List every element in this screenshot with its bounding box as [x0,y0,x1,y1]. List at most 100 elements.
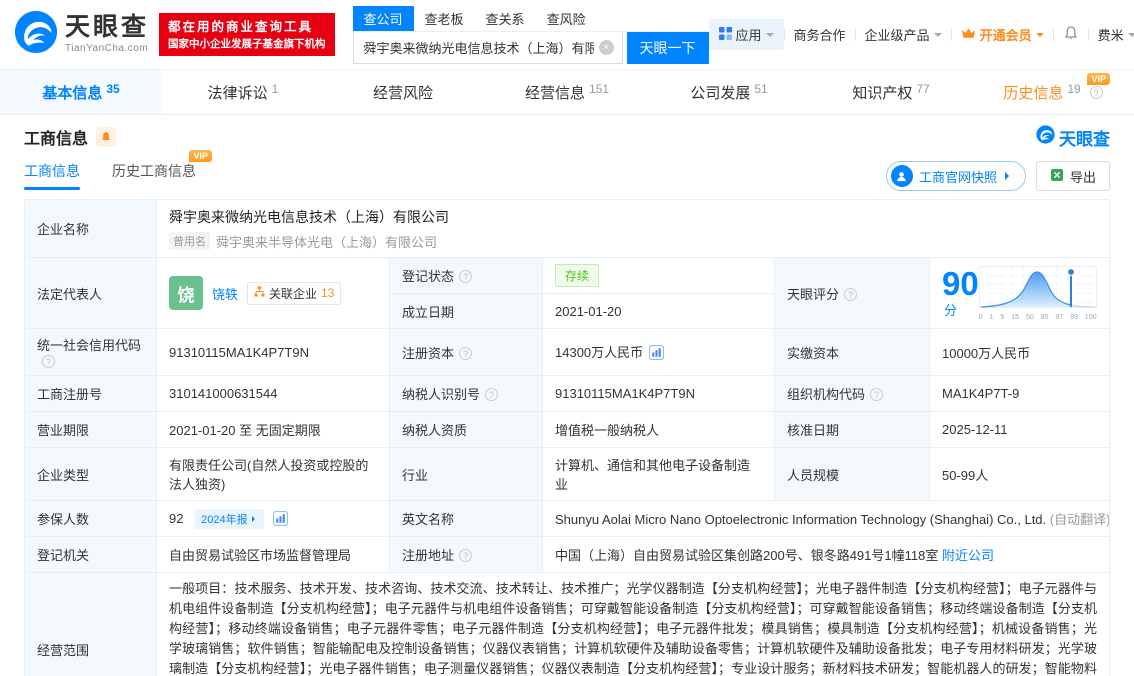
paid-capital-label: 实缴资本 [787,345,840,361]
tab-business-info[interactable]: 经营信息 151 [486,70,648,114]
taxpayer-id-value: 91310115MA1K4P7T9N [555,386,695,401]
search-tab-boss[interactable]: 查老板 [414,6,475,31]
subtab-business-registration[interactable]: 工商信息 [24,161,80,190]
table-row: 登记机关 自由贸易试验区市场监督管理局 注册地址? 中国（上海）自由贸易试验区集… [24,536,1110,573]
official-snapshot-button[interactable]: 工商官网快照 [885,161,1026,191]
search-tab-company[interactable]: 查公司 [352,5,414,31]
watermark-logo: 天眼查 [1036,125,1110,150]
business-term-value: 2021-01-20 至 无固定期限 [169,423,321,438]
subtab-history-registration[interactable]: 历史工商信息 VIP [112,150,212,190]
search-button[interactable]: 天眼一下 [626,31,709,64]
slogan-line2: 国家中小企业发展子基金旗下机构 [168,37,326,50]
help-icon[interactable]: ? [459,270,473,283]
score-distribution-chart: 0 1 5 15 50 85 97 99 100 [978,265,1097,321]
org-code-value: MA1K4P7T-9 [942,386,1020,401]
approval-date-value: 2025-12-11 [942,422,1008,437]
insured-count-label: 参保人数 [37,512,90,527]
section-bell-icon[interactable] [96,127,117,147]
help-icon[interactable]: ? [459,346,473,360]
industry-value: 计算机、通信和其他电子设备制造业 [555,458,751,492]
reg-address-label: 注册地址 [402,548,455,563]
former-name-value: 舜宇奥来半导体光电（上海）有限公司 [216,234,438,250]
dropdown-caret-icon [933,32,942,41]
tianyancha-logo-icon [14,10,58,59]
table-row: 经营范围 一般项目：技术服务、技术开发、技术咨询、技术交流、技术转让、技术推广；… [24,572,1110,676]
tab-basic-info[interactable]: 基本信息 35 [0,70,162,114]
help-icon[interactable]: ? [485,388,499,401]
nav-cooperation[interactable]: 商务合作 [785,25,855,44]
english-name-value: Shunyu Aolai Micro Nano Optoelectronic I… [555,512,1047,527]
help-icon[interactable]: ? [42,355,55,368]
search-tab-relation[interactable]: 查关系 [475,6,536,31]
help-icon[interactable]: ? [844,287,858,301]
slogan-banner: 都在用的商业查询工具 国家中小企业发展子基金旗下机构 [159,12,335,57]
english-name-label: 英文名称 [402,512,455,527]
reg-authority-label: 登记机关 [37,548,90,563]
search-input[interactable] [353,39,622,55]
auto-translate-note: (自动翻译) [1049,512,1110,527]
nav-notifications[interactable] [1054,25,1088,44]
business-scope-value: 一般项目：技术服务、技术开发、技术咨询、技术交流、技术转让、技术推广；光学仪器制… [169,581,1097,676]
reg-address-value: 中国（上海）自由贸易试验区集创路200号、银冬路491号1幢118室 [555,548,939,563]
paid-capital-value: 10000万人民币 [942,345,1031,361]
annual-report-badge[interactable]: 2024年报 [195,508,264,529]
tab-operation-risk[interactable]: 经营风险 [324,70,486,114]
dropdown-caret-icon [765,32,774,41]
snapshot-person-icon [890,165,913,187]
bell-icon [1063,25,1079,44]
vip-badge: VIP [1087,73,1110,85]
legal-rep-avatar[interactable]: 饶 [169,276,203,310]
company-type-value: 有限责任公司(自然人投资或控股的法人独资) [169,458,369,492]
tab-intellectual-property[interactable]: 知识产权 77 [810,70,972,114]
table-row: 营业期限 2021-01-20 至 无固定期限 纳税人资质 增值税一般纳税人 核… [24,411,1110,448]
nav-enterprise[interactable]: 企业级产品 [856,25,951,44]
table-row: 企业名称 舜宇奥来微纳光电信息技术（上海）有限公司 曾用名 舜宇奥来半导体光电（… [24,199,1110,258]
business-term-label: 营业期限 [37,423,90,438]
search-clear-icon[interactable]: × [598,39,614,55]
nearby-companies-link[interactable]: 附近公司 [942,548,994,563]
related-companies-badge[interactable]: 关联企业 13 [247,281,342,305]
reg-number-label: 工商注册号 [37,387,103,402]
export-button[interactable]: 导出 [1035,161,1110,191]
tab-history-info[interactable]: VIP 历史信息 19 ? [972,70,1134,114]
taxpayer-id-label: 纳税人识别号 [402,387,481,402]
tianyancha-logo[interactable]: 天眼查 TianYanCha.com [14,10,149,59]
reg-status-value: 存续 [555,264,600,287]
reg-capital-value: 14300万人民币 [555,344,644,360]
table-row: 法定代表人 饶 饶轶 关联企业 13 登记状态? 存续 天眼评分? 90分 0 … [24,257,1110,329]
credit-code-label: 统一社会信用代码 [37,338,142,353]
tab-legal[interactable]: 法律诉讼 1 [162,70,324,114]
help-icon[interactable]: ? [870,388,884,401]
score-value: 90分 [942,265,979,318]
help-icon[interactable]: ? [1089,85,1103,99]
reg-status-label: 登记状态 [402,269,455,284]
nav-open-vip[interactable]: 开通会员 [952,25,1053,44]
main-content: 工商信息 天眼查 工商信息 历史工商信息 VIP 工商官网快照 导出 企业名称 … [0,125,1134,676]
company-type-label: 企业类型 [37,467,90,483]
establish-date-value: 2021-01-20 [555,303,622,319]
search-box: 查公司 查老板 查关系 查风险 × 天眼一下 [352,5,709,64]
org-code-label: 组织机构代码 [787,387,866,402]
brand-name: 天眼查 [65,13,150,41]
former-name-badge: 曾用名 [169,232,210,250]
nav-user-menu[interactable]: 费米 [1089,25,1134,44]
reg-authority-value: 自由贸易试验区市场监督管理局 [169,548,352,563]
slogan-line1: 都在用的商业查询工具 [168,19,314,34]
capital-chart-icon[interactable] [649,344,665,363]
crown-icon [961,27,976,42]
tab-company-development[interactable]: 公司发展 51 [648,70,810,114]
table-row: 企业类型 有限责任公司(自然人投资或控股的法人独资) 行业 计算机、通信和其他电… [24,447,1110,501]
legal-rep-name-link[interactable]: 饶轶 [212,284,238,303]
help-icon[interactable]: ? [459,549,473,562]
search-tab-risk[interactable]: 查风险 [536,6,597,31]
nav-apps[interactable]: 应用 [708,19,784,50]
top-nav: 应用 商务合作 企业级产品 开通会员 费米 [708,19,1134,50]
section-title: 工商信息 [24,131,89,148]
arrow-right-icon [1004,172,1013,180]
company-name-label: 企业名称 [37,222,90,237]
insured-chart-icon[interactable] [273,510,289,529]
company-tab-bar: 基本信息 35 法律诉讼 1 经营风险 经营信息 151 公司发展 51 知识产权 77 … [0,70,1134,115]
brand-domain: TianYanCha.com [65,43,149,54]
staff-size-label: 人员规模 [787,467,840,483]
approval-date-label: 核准日期 [787,423,840,438]
